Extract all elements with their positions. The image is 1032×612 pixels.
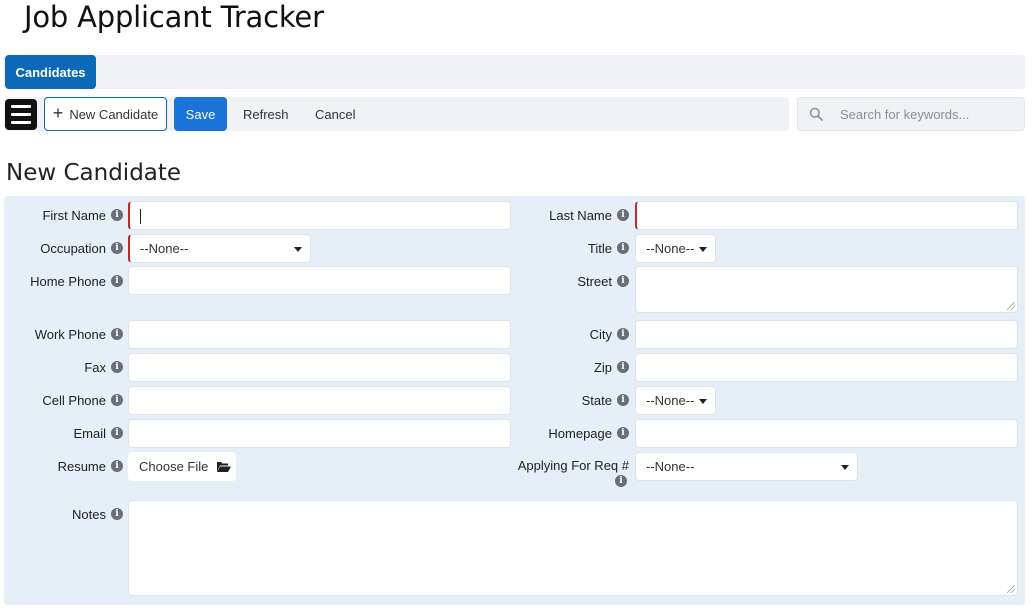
- home-phone-input[interactable]: [128, 266, 511, 295]
- notes-textarea[interactable]: [128, 500, 1018, 596]
- chevron-down-icon: [841, 465, 849, 470]
- home-phone-label: Home Phone i: [4, 273, 123, 289]
- info-icon[interactable]: i: [111, 328, 123, 340]
- work-phone-input[interactable]: [128, 320, 511, 349]
- zip-label: Zip i: [500, 359, 629, 375]
- choose-file-button[interactable]: Choose File: [128, 452, 236, 481]
- zip-input[interactable]: [635, 353, 1018, 382]
- toolbar: + New Candidate Save Refresh Cancel: [4, 97, 789, 131]
- search-icon: [809, 107, 823, 121]
- info-icon[interactable]: i: [617, 361, 629, 373]
- folder-open-icon: [217, 462, 232, 472]
- hamburger-menu-icon[interactable]: [5, 99, 37, 130]
- chevron-down-icon: [699, 247, 707, 252]
- info-icon[interactable]: i: [617, 427, 629, 439]
- info-icon[interactable]: i: [111, 508, 123, 520]
- cell-phone-input[interactable]: [128, 386, 511, 415]
- state-select[interactable]: --None--: [635, 386, 716, 415]
- first-name-input[interactable]: [128, 201, 511, 230]
- info-icon[interactable]: i: [615, 475, 627, 487]
- occupation-label: Occupation i: [4, 240, 123, 256]
- notes-label: Notes i: [4, 506, 123, 522]
- tab-candidates[interactable]: Candidates: [5, 55, 96, 89]
- info-icon[interactable]: i: [111, 275, 123, 287]
- work-phone-label: Work Phone i: [4, 326, 123, 342]
- info-icon[interactable]: i: [111, 209, 123, 221]
- street-textarea[interactable]: [635, 266, 1018, 313]
- refresh-button[interactable]: Refresh: [243, 97, 289, 131]
- last-name-label: Last Name i: [500, 207, 629, 223]
- cancel-button[interactable]: Cancel: [315, 97, 355, 131]
- applying-for-label: Applying For Req # i: [517, 458, 629, 487]
- info-icon[interactable]: i: [617, 275, 629, 287]
- cell-phone-label: Cell Phone i: [4, 392, 123, 408]
- fax-input[interactable]: [128, 353, 511, 382]
- resize-handle[interactable]: [1007, 302, 1015, 310]
- resize-handle[interactable]: [1007, 585, 1015, 593]
- resume-label: Resume i: [4, 458, 123, 474]
- tab-bar: Candidates: [4, 55, 1025, 89]
- info-icon[interactable]: i: [617, 209, 629, 221]
- city-input[interactable]: [635, 320, 1018, 349]
- homepage-input[interactable]: [635, 419, 1018, 448]
- chevron-down-icon: [294, 247, 302, 252]
- info-icon[interactable]: i: [111, 394, 123, 406]
- fax-label: Fax i: [4, 359, 123, 375]
- title-label: Title i: [500, 240, 629, 256]
- info-icon[interactable]: i: [617, 328, 629, 340]
- save-button[interactable]: Save: [174, 97, 227, 131]
- search-input[interactable]: [838, 98, 1018, 130]
- chevron-down-icon: [699, 399, 707, 404]
- city-label: City i: [500, 326, 629, 342]
- info-icon[interactable]: i: [111, 427, 123, 439]
- info-icon[interactable]: i: [617, 394, 629, 406]
- title-select[interactable]: --None--: [635, 234, 716, 263]
- app-title: Job Applicant Tracker: [24, 0, 324, 34]
- info-icon[interactable]: i: [111, 460, 123, 472]
- email-label: Email i: [4, 425, 123, 441]
- applying-for-select[interactable]: --None--: [635, 452, 858, 481]
- state-label: State i: [500, 392, 629, 408]
- form-heading: New Candidate: [6, 160, 182, 186]
- occupation-select[interactable]: --None--: [128, 234, 311, 263]
- info-icon[interactable]: i: [111, 361, 123, 373]
- info-icon[interactable]: i: [111, 242, 123, 254]
- text-cursor: [140, 209, 141, 224]
- plus-icon: +: [52, 103, 64, 123]
- info-icon[interactable]: i: [617, 242, 629, 254]
- last-name-input[interactable]: [635, 201, 1018, 230]
- homepage-label: Homepage i: [500, 425, 629, 441]
- first-name-label: First Name i: [4, 207, 123, 223]
- street-label: Street i: [500, 273, 629, 289]
- new-candidate-label: New Candidate: [69, 106, 159, 122]
- email-input[interactable]: [128, 419, 511, 448]
- new-candidate-button[interactable]: + New Candidate: [44, 97, 167, 131]
- search-box: [797, 97, 1025, 131]
